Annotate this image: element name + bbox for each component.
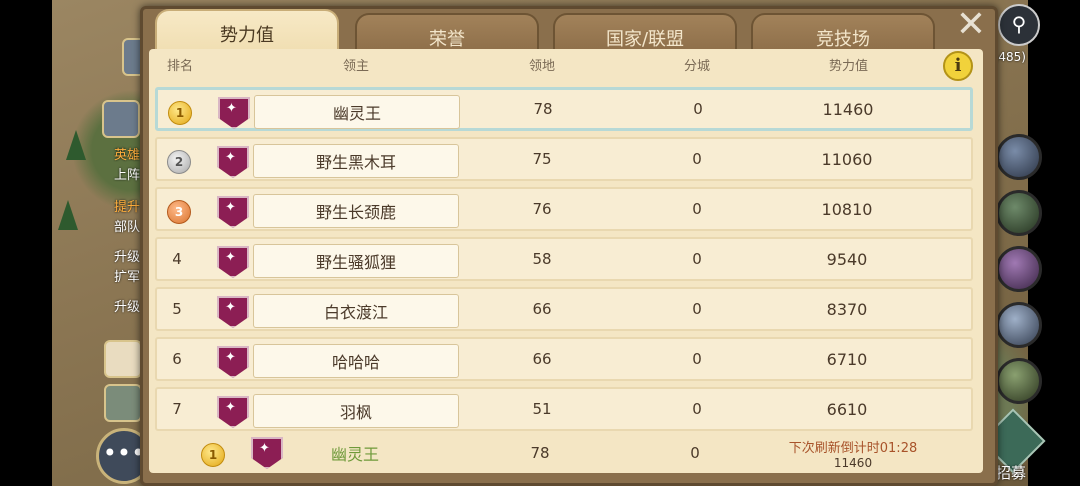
close-button[interactable]: ✕ <box>953 7 989 45</box>
lord-name[interactable]: 野生长颈鹿 <box>253 194 459 228</box>
rank-number: 4 <box>172 250 182 268</box>
ranking-panel: 势力值 荣誉 国家/联盟 竞技场 ✕ i 排名 领主 领地 分城 势力值 1幽灵… <box>140 6 998 486</box>
mail-icon[interactable] <box>104 340 142 378</box>
clan-shield-icon <box>217 246 249 278</box>
rank-number: 5 <box>172 300 182 318</box>
side-label-hero[interactable]: 英雄 <box>114 144 140 163</box>
lord-name[interactable]: 幽灵王 <box>254 95 460 129</box>
clan-shield-icon <box>217 146 249 178</box>
side-label-expand[interactable]: 扩军 <box>114 266 140 285</box>
power-value: 8370 <box>826 299 868 319</box>
territory-value: 66 <box>532 300 552 318</box>
gold-medal-icon: 1 <box>201 443 225 467</box>
bronze-medal-icon: 3 <box>167 200 191 224</box>
clan-shield-icon <box>217 396 249 428</box>
side-label-upgrade[interactable]: 升级 <box>114 246 140 265</box>
header-branch-city: 分城 <box>684 59 711 74</box>
refresh-text: 下次刷新倒计时01:28 <box>788 441 918 456</box>
ranking-table: i 排名 领主 领地 分城 势力值 1幽灵王780114602野生黑木耳7501… <box>149 49 983 473</box>
gold-medal-icon: 1 <box>168 101 192 125</box>
branch-city-value: 0 <box>693 100 703 118</box>
side-label-troops[interactable]: 部队 <box>114 216 140 235</box>
battle-icon[interactable] <box>104 384 142 422</box>
table-row[interactable]: 5 白衣渡江 66 0 8370 <box>155 287 973 331</box>
rank-number: 7 <box>172 400 182 418</box>
power-value: 11060 <box>821 149 873 169</box>
territory-value: 78 <box>533 100 553 118</box>
side-label-upgrade-2[interactable]: 升级 <box>114 296 140 315</box>
table-row[interactable]: 3 野生长颈鹿 76 0 10810 <box>155 187 973 231</box>
recruit-label[interactable]: 招募 <box>996 462 1026 483</box>
territory-value: 75 <box>532 150 552 168</box>
my-power: 11460 <box>833 456 873 470</box>
power-value: 10810 <box>821 199 873 219</box>
territory-value: 58 <box>532 250 552 268</box>
rank-number: 6 <box>172 350 182 368</box>
hero-avatar[interactable] <box>996 358 1042 404</box>
power-value: 6610 <box>826 399 868 419</box>
silver-medal-icon: 2 <box>167 150 191 174</box>
my-territory: 78 <box>530 444 550 462</box>
table-row[interactable]: 2 野生黑木耳 75 0 11060 <box>155 137 973 181</box>
tree-decoration <box>66 130 86 160</box>
lord-name[interactable]: 野生黑木耳 <box>253 144 459 178</box>
close-icon: ✕ <box>955 4 987 45</box>
table-row[interactable]: 6 哈哈哈 66 0 6710 <box>155 337 973 381</box>
hero-avatar[interactable] <box>996 246 1042 292</box>
territory-value: 76 <box>532 200 552 218</box>
table-row[interactable]: 7 羽枫 51 0 6610 <box>155 387 973 431</box>
branch-city-value: 0 <box>692 150 702 168</box>
map-pin-button[interactable]: ⚲ <box>998 4 1040 46</box>
hero-avatar-list <box>996 134 1042 414</box>
lord-name[interactable]: 羽枫 <box>253 394 459 428</box>
territory-value: 51 <box>532 400 552 418</box>
branch-city-value: 0 <box>692 350 702 368</box>
lord-name[interactable]: 野生骚狐狸 <box>253 244 459 278</box>
header-territory: 领地 <box>529 59 556 74</box>
hero-icon[interactable] <box>102 100 140 138</box>
refresh-countdown: 下次刷新倒计时01:28 11460 <box>753 441 953 471</box>
lord-name[interactable]: 哈哈哈 <box>253 344 459 378</box>
my-ranking-row: 1 幽灵王 78 0 下次刷新倒计时01:28 11460 <box>155 433 973 473</box>
my-branch-city: 0 <box>690 444 700 462</box>
hero-avatar[interactable] <box>996 190 1042 236</box>
clan-shield-icon <box>251 437 283 469</box>
clan-shield-icon <box>217 346 249 378</box>
clan-shield-icon <box>217 196 249 228</box>
power-value: 9540 <box>826 249 868 269</box>
branch-city-value: 0 <box>692 400 702 418</box>
hero-avatar[interactable] <box>996 302 1042 348</box>
side-label-deploy[interactable]: 上阵 <box>114 164 140 183</box>
info-icon[interactable]: i <box>943 51 973 81</box>
hero-avatar[interactable] <box>996 134 1042 180</box>
power-value: 11460 <box>822 99 874 119</box>
power-value: 6710 <box>826 349 868 369</box>
branch-city-value: 0 <box>692 300 702 318</box>
tree-decoration <box>58 200 78 230</box>
clan-shield-icon <box>218 97 250 129</box>
lord-name[interactable]: 白衣渡江 <box>253 294 459 328</box>
my-lord-name: 幽灵王 <box>330 445 379 464</box>
table-row[interactable]: 1 幽灵王 78 0 11460 <box>155 87 973 131</box>
location-pin-icon: ⚲ <box>1011 12 1027 36</box>
branch-city-value: 0 <box>692 250 702 268</box>
left-hud: 英雄 上阵 提升 部队 升级 扩军 升级 <box>52 0 160 486</box>
table-row[interactable]: 4 野生骚狐狸 58 0 9540 <box>155 237 973 281</box>
side-label-boost[interactable]: 提升 <box>114 196 140 215</box>
header-power: 势力值 <box>829 59 869 74</box>
chat-icon: ••• <box>102 439 146 467</box>
header-rank: 排名 <box>167 59 194 74</box>
branch-city-value: 0 <box>692 200 702 218</box>
header-lord: 领主 <box>343 59 370 74</box>
territory-value: 66 <box>532 350 552 368</box>
clan-shield-icon <box>217 296 249 328</box>
